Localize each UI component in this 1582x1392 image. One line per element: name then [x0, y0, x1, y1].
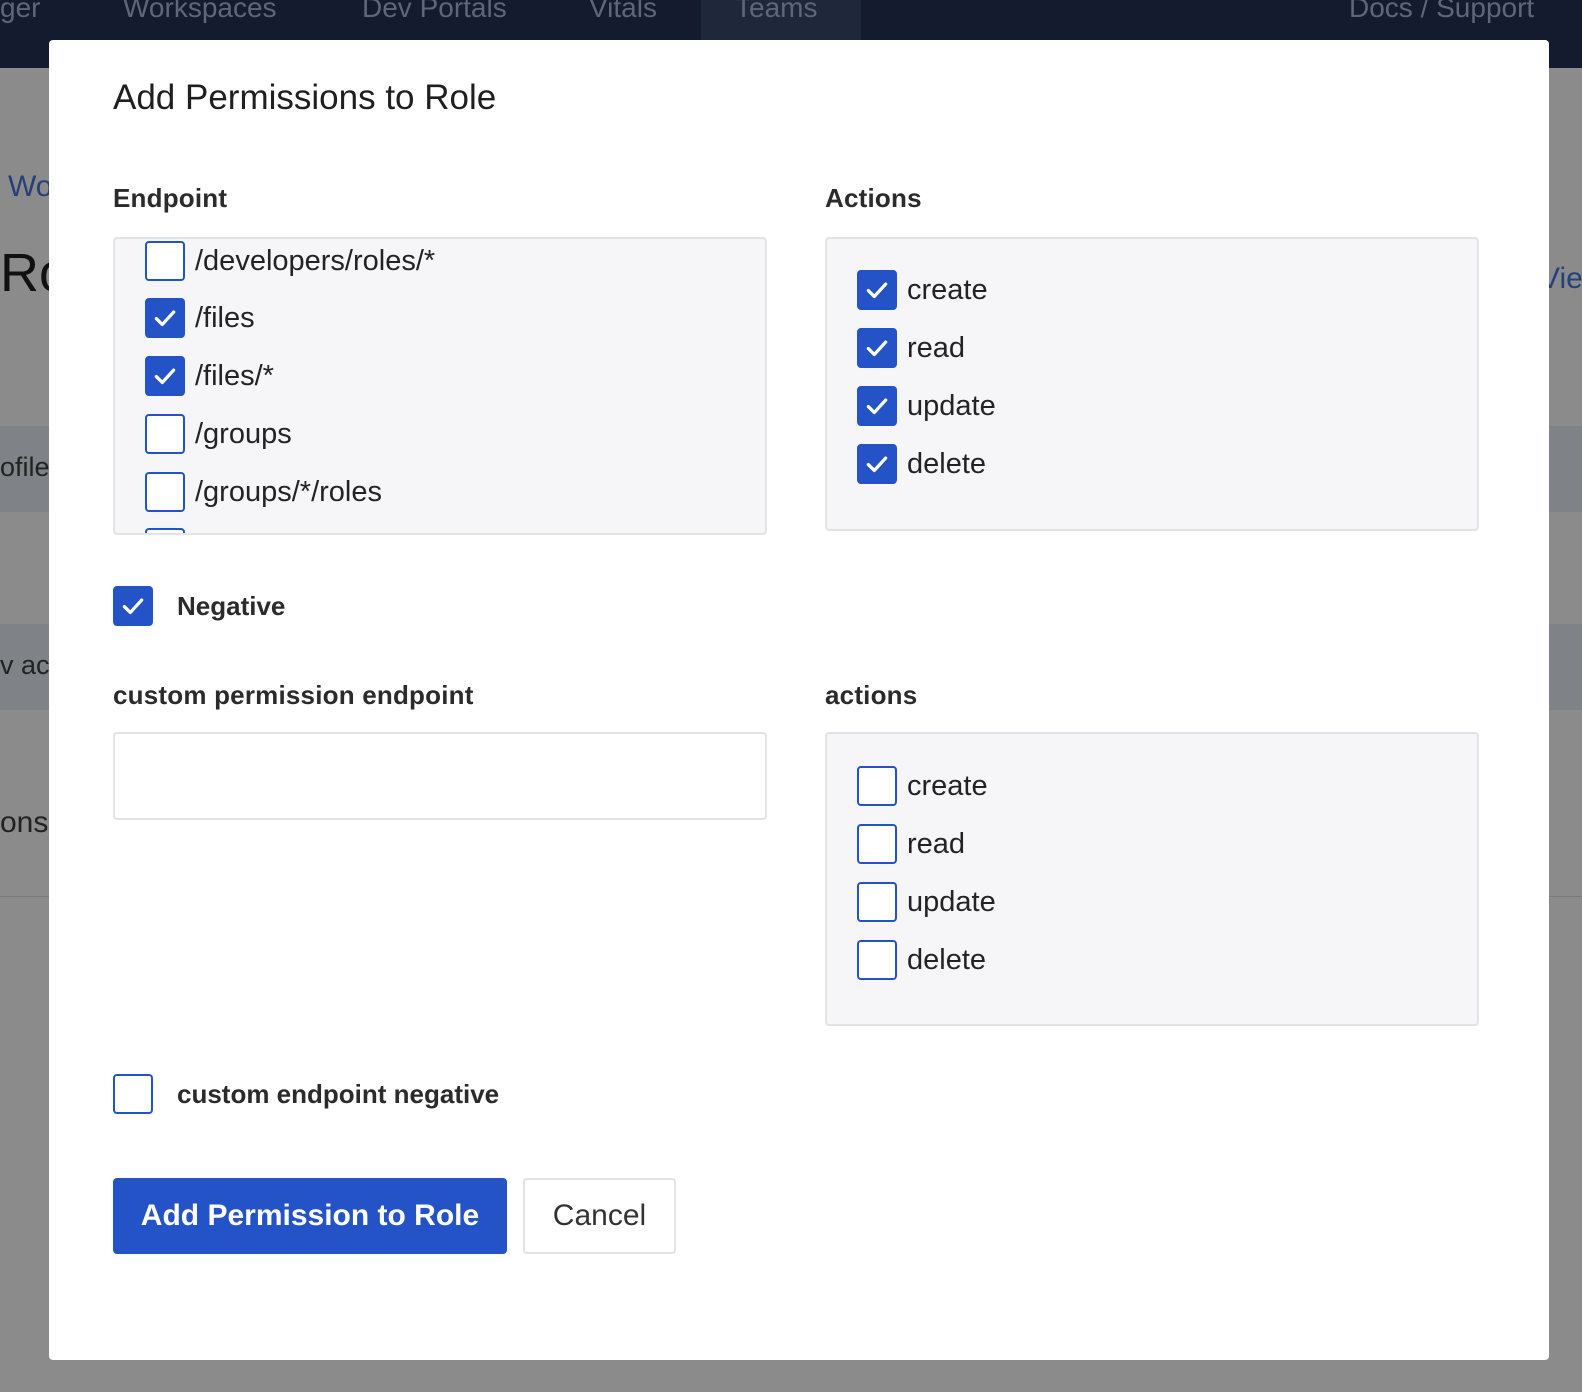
checkmark-icon	[866, 282, 888, 299]
endpoint-option-label: /groups	[195, 417, 292, 450]
row-text-fragment: ons	[0, 806, 49, 839]
custom-actions-listbox: create read update delete	[825, 732, 1479, 1026]
action-option-label: read	[907, 331, 966, 364]
checkbox[interactable]	[145, 298, 185, 338]
checkbox[interactable]	[145, 356, 185, 396]
endpoint-label: Endpoint	[113, 183, 228, 213]
checkbox[interactable]	[857, 940, 897, 980]
checkbox[interactable]	[857, 882, 897, 922]
action-option-label: create	[907, 273, 988, 306]
checkmark-icon	[154, 310, 176, 327]
actions-listbox: create read update delete	[825, 237, 1479, 531]
add-permissions-modal: Add Permissions to Role Endpoint /develo…	[49, 40, 1549, 1360]
action-option-update[interactable]: update	[857, 385, 996, 427]
checkbox[interactable]	[857, 766, 897, 806]
action-option-label: update	[907, 389, 996, 422]
action-option-delete[interactable]: delete	[857, 443, 986, 485]
checkbox[interactable]	[857, 824, 897, 864]
endpoint-option[interactable]: /groups	[145, 413, 292, 455]
checkbox[interactable]	[857, 444, 897, 484]
action-option-create[interactable]: create	[857, 269, 988, 311]
actions-label: Actions	[825, 183, 922, 213]
custom-action-option-update[interactable]: update	[857, 881, 996, 923]
action-option-label: delete	[907, 447, 987, 480]
negative-checkbox[interactable]	[113, 586, 153, 626]
nav-item-workspaces[interactable]: Workspaces	[123, 0, 277, 24]
endpoint-option-label: /files/*	[195, 359, 274, 392]
breadcrumb-fragment[interactable]: Wo	[8, 170, 52, 204]
custom-endpoint-input[interactable]	[113, 732, 767, 820]
custom-action-option-delete[interactable]: delete	[857, 939, 986, 981]
endpoint-option[interactable]: /developers/roles/*	[145, 240, 435, 282]
endpoint-option[interactable]: /files	[145, 297, 255, 339]
checkmark-icon	[866, 456, 888, 473]
checkbox[interactable]	[857, 386, 897, 426]
custom-action-option-label: create	[907, 769, 988, 802]
endpoint-option-label: /developers/roles/*	[195, 244, 436, 277]
row-text-fragment: ofile	[0, 452, 50, 482]
nav-item-dev-portals[interactable]: Dev Portals	[362, 0, 507, 24]
nav-item-teams[interactable]: Teams	[735, 0, 817, 24]
nav-item-vitals[interactable]: Vitals	[589, 0, 657, 24]
endpoint-option-label: /files	[195, 301, 255, 334]
custom-action-option-label: delete	[907, 943, 987, 976]
custom-endpoint-label: custom permission endpoint	[113, 680, 474, 710]
checkbox[interactable]	[145, 241, 185, 281]
checkbox[interactable]	[857, 328, 897, 368]
custom-action-option-read[interactable]: read	[857, 823, 965, 865]
checkmark-icon	[866, 398, 888, 415]
custom-action-option-create[interactable]: create	[857, 765, 988, 807]
modal-title: Add Permissions to Role	[113, 78, 497, 117]
add-permission-button[interactable]: Add Permission to Role	[113, 1178, 507, 1254]
checkmark-icon	[122, 598, 144, 615]
checkmark-icon	[866, 340, 888, 357]
checkbox[interactable]	[857, 270, 897, 310]
cancel-button[interactable]: Cancel	[523, 1178, 676, 1254]
endpoint-option-label: /groups/*/roles	[195, 475, 382, 508]
endpoint-option[interactable]: /files/*	[145, 355, 274, 397]
brand-logo-text[interactable]: ger	[0, 0, 40, 24]
checkbox[interactable]	[145, 472, 185, 512]
custom-negative-checkbox-row[interactable]: custom endpoint negative	[113, 1074, 499, 1114]
endpoint-option[interactable]: /groups/*/roles	[145, 471, 382, 513]
custom-negative-checkbox[interactable]	[113, 1074, 153, 1114]
custom-action-option-label: read	[907, 827, 966, 860]
custom-action-option-label: update	[907, 885, 996, 918]
checkmark-icon	[154, 368, 176, 385]
negative-label: Negative	[177, 590, 286, 621]
checkbox[interactable]	[145, 414, 185, 454]
action-option-read[interactable]: read	[857, 327, 965, 369]
negative-checkbox-row[interactable]: Negative	[113, 586, 285, 626]
custom-negative-label: custom endpoint negative	[177, 1078, 500, 1109]
nav-docs-support-link[interactable]: Docs / Support	[1349, 0, 1534, 24]
endpoint-listbox[interactable]: /developers/roles/* /files /files/* /gro…	[113, 237, 767, 535]
custom-actions-label: actions	[825, 680, 918, 710]
checkbox[interactable]	[145, 528, 185, 533]
